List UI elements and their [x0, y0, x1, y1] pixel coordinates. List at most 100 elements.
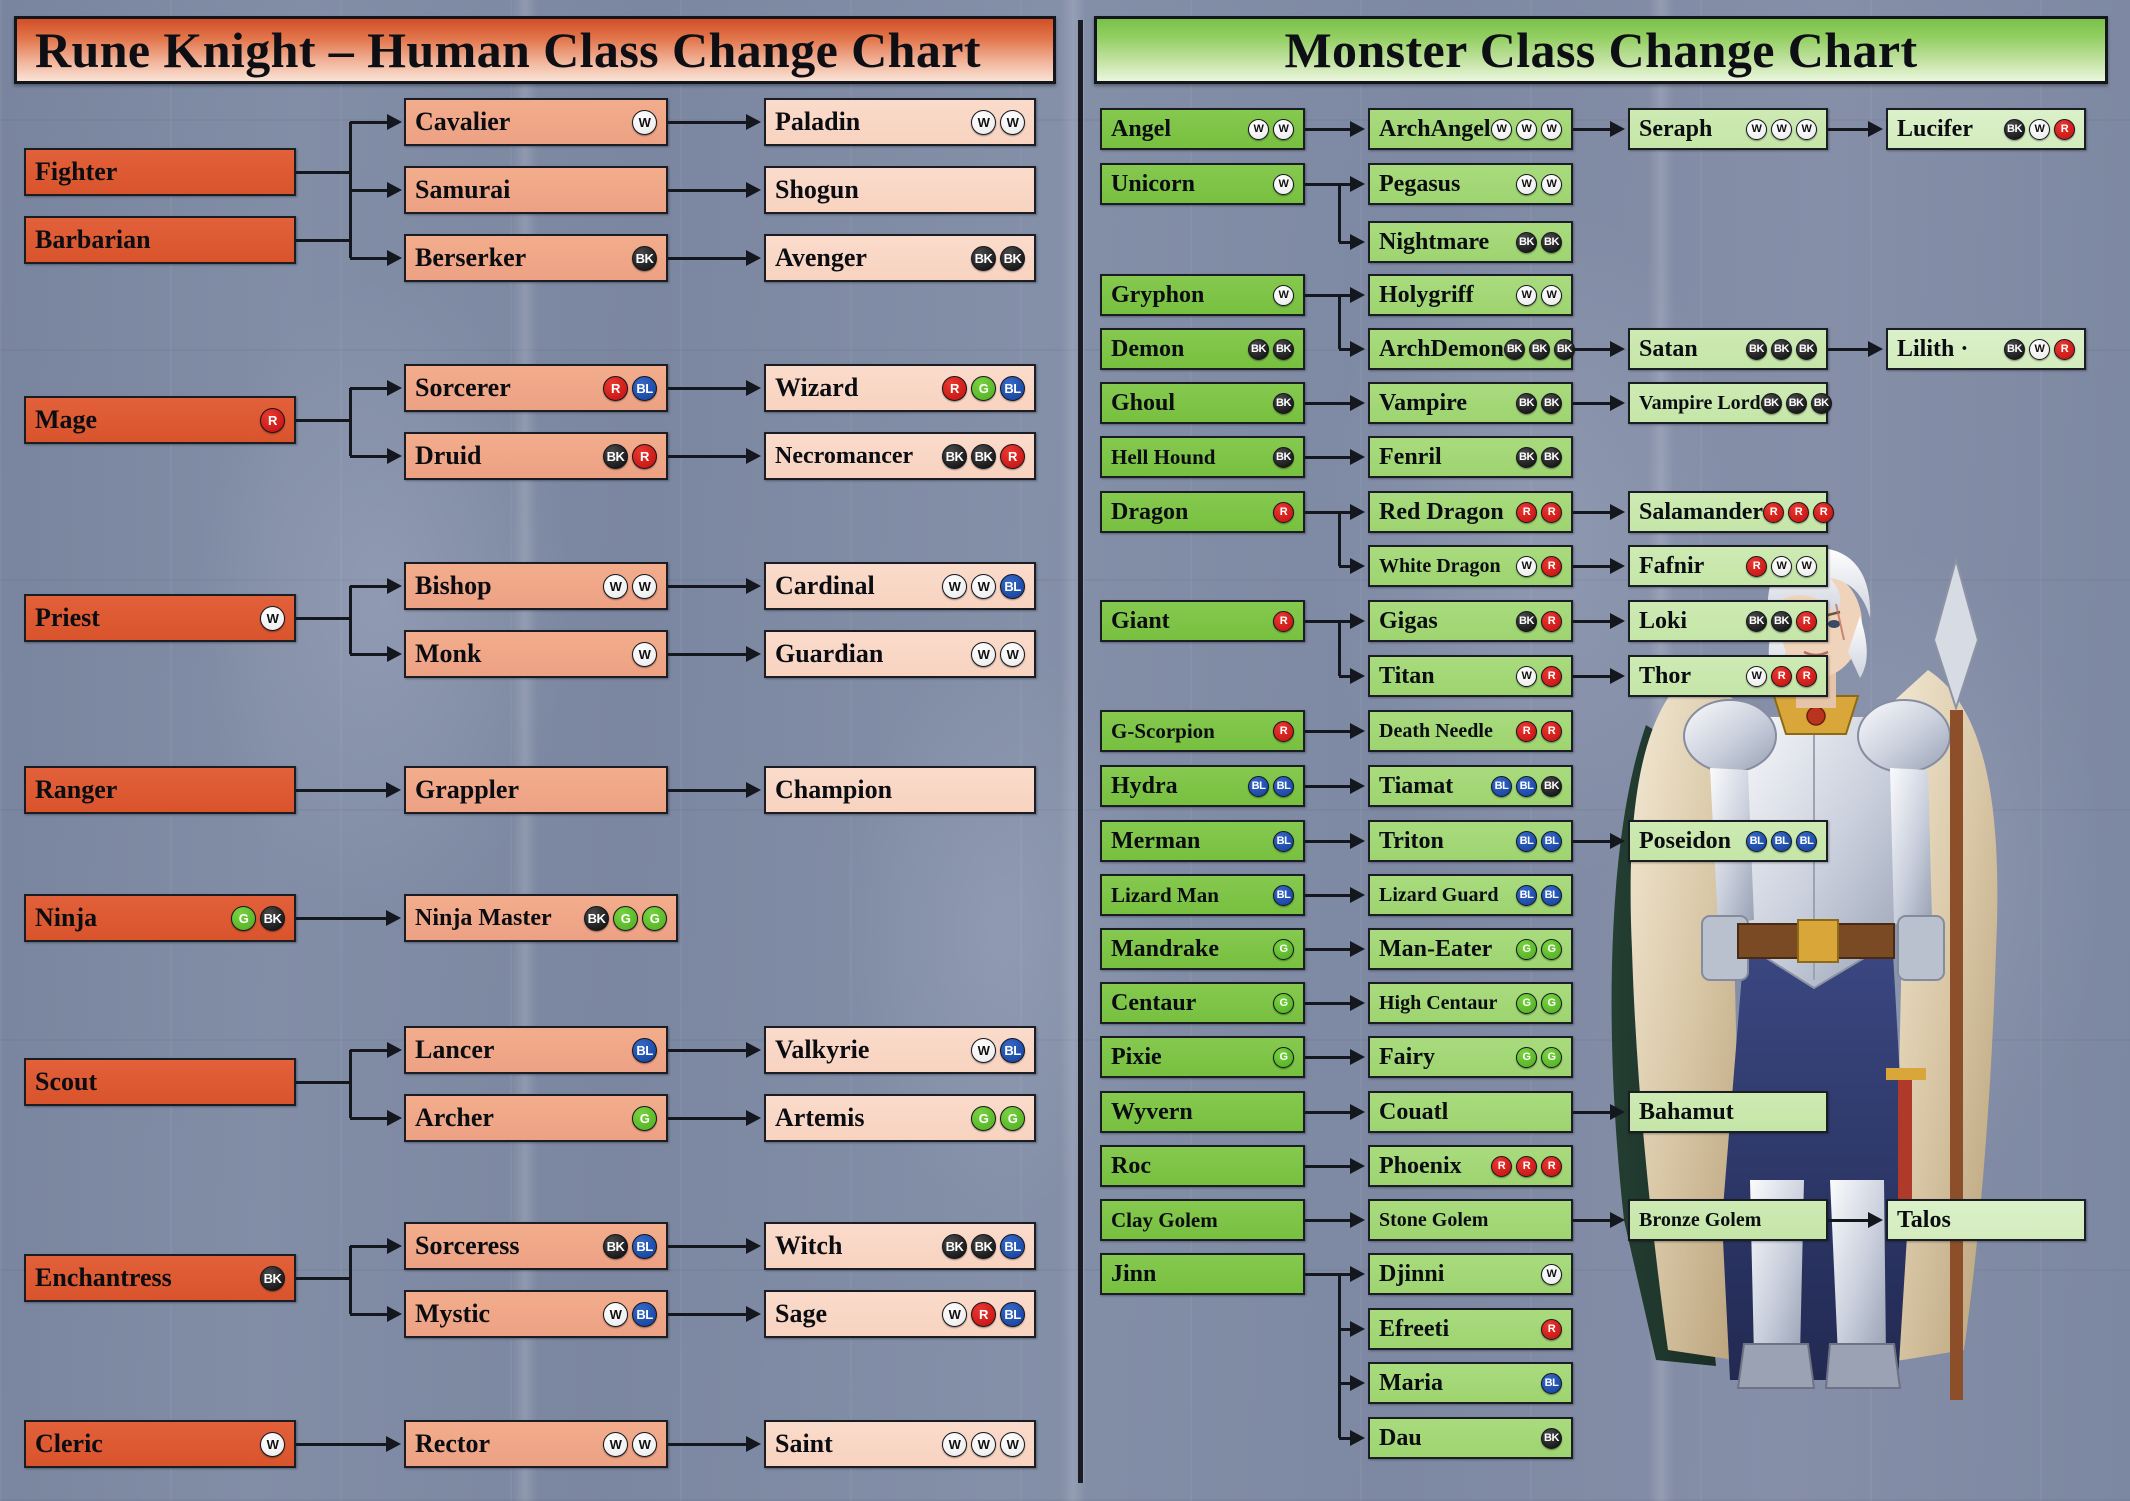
monster-class-pixie-t2[interactable]: Fairy G G [1368, 1036, 1573, 1078]
human-class-berserker[interactable]: Berserker BK [404, 234, 668, 282]
human-class-champion[interactable]: Champion [764, 766, 1036, 814]
monster-class-dragon-t3[interactable]: Salamander R R R [1628, 491, 1835, 533]
human-class-artemis[interactable]: Artemis G G [764, 1094, 1036, 1142]
human-class-ninja-master[interactable]: Ninja Master BK G G [404, 894, 678, 942]
monster-class-merman-base[interactable]: Merman BL [1100, 820, 1305, 862]
monster-class-hell-hound-t2[interactable]: Fenril BK BK [1368, 436, 1573, 478]
human-class-valkyrie[interactable]: Valkyrie W BL [764, 1026, 1036, 1074]
monster-class-dragon-t2[interactable]: Red Dragon R R [1368, 491, 1573, 533]
monster-class-dau-t2[interactable]: Dau BK [1368, 1417, 1573, 1459]
human-class-cavalier[interactable]: Cavalier W [404, 98, 668, 146]
monster-class-mandrake-t2[interactable]: Man-Eater G G [1368, 928, 1573, 970]
human-class-shogun[interactable]: Shogun [764, 166, 1036, 214]
monster-class-angel-t2[interactable]: ArchAngel W W W [1368, 108, 1573, 150]
monster-class-titan-t2[interactable]: Titan W R [1368, 655, 1573, 697]
human-class-rector[interactable]: Rector W W [404, 1420, 668, 1468]
monster-class-g-scorpion-t2[interactable]: Death Needle R R [1368, 710, 1573, 752]
human-class-fighter[interactable]: Fighter [24, 148, 296, 196]
human-class-sorceress[interactable]: Sorceress BK BL [404, 1222, 668, 1270]
monster-class-merman-t3[interactable]: Poseidon BL BL BL [1628, 820, 1828, 862]
monster-class-demon-t2[interactable]: ArchDemon BK BK BK [1368, 328, 1575, 370]
monster-class-white-dragon-t3[interactable]: Fafnir R W W [1628, 545, 1828, 587]
monster-class-giant-t3[interactable]: Loki BK BK R [1628, 600, 1828, 642]
human-class-paladin[interactable]: Paladin W W [764, 98, 1036, 146]
human-class-cardinal[interactable]: Cardinal W W BL [764, 562, 1036, 610]
human-class-necromancer[interactable]: Necromancer BK BK R [764, 432, 1036, 480]
rune-badge-w: W [1746, 665, 1767, 687]
monster-class-nightmare-t2[interactable]: Nightmare BK BK [1368, 221, 1573, 263]
human-class-ninja[interactable]: Ninja G BK [24, 894, 296, 942]
monster-class-demon-t3[interactable]: Satan BK BK BK [1628, 328, 1828, 370]
monster-class-g-scorpion-base[interactable]: G-Scorpion R [1100, 710, 1305, 752]
monster-class-mandrake-base[interactable]: Mandrake G [1100, 928, 1305, 970]
human-class-monk[interactable]: Monk W [404, 630, 668, 678]
human-class-barbarian[interactable]: Barbarian [24, 216, 296, 264]
monster-class-giant-base[interactable]: Giant R [1100, 600, 1305, 642]
human-class-lancer[interactable]: Lancer BL [404, 1026, 668, 1074]
monster-class-maria-t2[interactable]: Maria BL [1368, 1362, 1573, 1404]
monster-class-angel-t4[interactable]: Lucifer BK W R [1886, 108, 2086, 150]
monster-class-ghoul-base[interactable]: Ghoul BK [1100, 382, 1305, 424]
monster-class-wyvern-t3[interactable]: Bahamut [1628, 1091, 1828, 1133]
human-class-bishop[interactable]: Bishop W W [404, 562, 668, 610]
rune-badge-bl: BL [1000, 1301, 1025, 1327]
human-class-grappler[interactable]: Grappler [404, 766, 668, 814]
human-class-priest[interactable]: Priest W [24, 594, 296, 642]
monster-class-titan-t3[interactable]: Thor W R R [1628, 655, 1828, 697]
monster-class-centaur-base[interactable]: Centaur G [1100, 982, 1305, 1024]
human-class-enchantress[interactable]: Enchantress BK [24, 1254, 296, 1302]
connector-line [350, 189, 388, 192]
monster-class-roc-t2[interactable]: Phoenix R R R [1368, 1145, 1573, 1187]
human-class-witch[interactable]: Witch BK BK BL [764, 1222, 1036, 1270]
monster-class-jinn-t2[interactable]: Djinni W [1368, 1253, 1573, 1295]
monster-class-angel-t3[interactable]: Seraph W W W [1628, 108, 1828, 150]
rune-badge-group: RWW [1746, 555, 1817, 577]
human-class-mystic[interactable]: Mystic W BL [404, 1290, 668, 1338]
monster-class-clay-golem-t2[interactable]: Stone Golem [1368, 1199, 1573, 1241]
monster-class-wyvern-base[interactable]: Wyvern [1100, 1091, 1305, 1133]
human-class-saint[interactable]: Saint W W W [764, 1420, 1036, 1468]
human-class-sorcerer[interactable]: Sorcerer R BL [404, 364, 668, 412]
monster-class-dragon-base[interactable]: Dragon R [1100, 491, 1305, 533]
monster-class-demon-t4[interactable]: Lilith · BK W R [1886, 328, 2086, 370]
monster-class-gryphon-t2[interactable]: Holygriff W W [1368, 274, 1573, 316]
human-class-mage[interactable]: Mage R [24, 396, 296, 444]
human-class-archer[interactable]: Archer G [404, 1094, 668, 1142]
monster-class-white-dragon-t2[interactable]: White Dragon W R [1368, 545, 1573, 587]
monster-class-giant-t2[interactable]: Gigas BK R [1368, 600, 1573, 642]
monster-class-jinn-base[interactable]: Jinn [1100, 1253, 1305, 1295]
human-class-druid[interactable]: Druid BK R [404, 432, 668, 480]
class-name-label: Priest [35, 603, 100, 632]
monster-class-unicorn-base[interactable]: Unicorn W [1100, 163, 1305, 205]
human-class-guardian[interactable]: Guardian W W [764, 630, 1036, 678]
monster-class-gryphon-base[interactable]: Gryphon W [1100, 274, 1305, 316]
human-class-ranger[interactable]: Ranger [24, 766, 296, 814]
monster-class-ghoul-t2[interactable]: Vampire BK BK [1368, 382, 1573, 424]
monster-class-merman-t2[interactable]: Triton BL BL [1368, 820, 1573, 862]
monster-class-angel-base[interactable]: Angel W W [1100, 108, 1305, 150]
monster-class-lizard-man-base[interactable]: Lizard Man BL [1100, 874, 1305, 916]
monster-class-unicorn-t2[interactable]: Pegasus W W [1368, 163, 1573, 205]
monster-class-hydra-base[interactable]: Hydra BL BL [1100, 765, 1305, 807]
monster-class-ghoul-t3[interactable]: Vampire Lord BK BK BK [1628, 382, 1832, 424]
monster-class-efreeti-t2[interactable]: Efreeti R [1368, 1308, 1573, 1350]
monster-class-hell-hound-base[interactable]: Hell Hound BK [1100, 436, 1305, 478]
human-class-scout[interactable]: Scout [24, 1058, 296, 1106]
monster-class-pixie-base[interactable]: Pixie G [1100, 1036, 1305, 1078]
monster-class-centaur-t2[interactable]: High Centaur G G [1368, 982, 1573, 1024]
human-class-avenger[interactable]: Avenger BK BK [764, 234, 1036, 282]
human-class-wizard[interactable]: Wizard R G BL [764, 364, 1036, 412]
monster-class-clay-golem-base[interactable]: Clay Golem [1100, 1199, 1305, 1241]
rune-badge-group: WR [1516, 665, 1562, 687]
human-class-sage[interactable]: Sage W R BL [764, 1290, 1036, 1338]
monster-class-roc-base[interactable]: Roc [1100, 1145, 1305, 1187]
monster-class-demon-base[interactable]: Demon BK BK [1100, 328, 1305, 370]
human-class-cleric[interactable]: Cleric W [24, 1420, 296, 1468]
monster-class-clay-golem-t4[interactable]: Talos [1886, 1199, 2086, 1241]
monster-class-wyvern-t2[interactable]: Couatl [1368, 1091, 1573, 1133]
monster-class-clay-golem-t3[interactable]: Bronze Golem [1628, 1199, 1828, 1241]
human-class-samurai[interactable]: Samurai [404, 166, 668, 214]
monster-class-lizard-man-t2[interactable]: Lizard Guard BL BL [1368, 874, 1573, 916]
rune-badge-group: RR [1516, 501, 1562, 523]
monster-class-hydra-t2[interactable]: Tiamat BL BL BK [1368, 765, 1573, 807]
